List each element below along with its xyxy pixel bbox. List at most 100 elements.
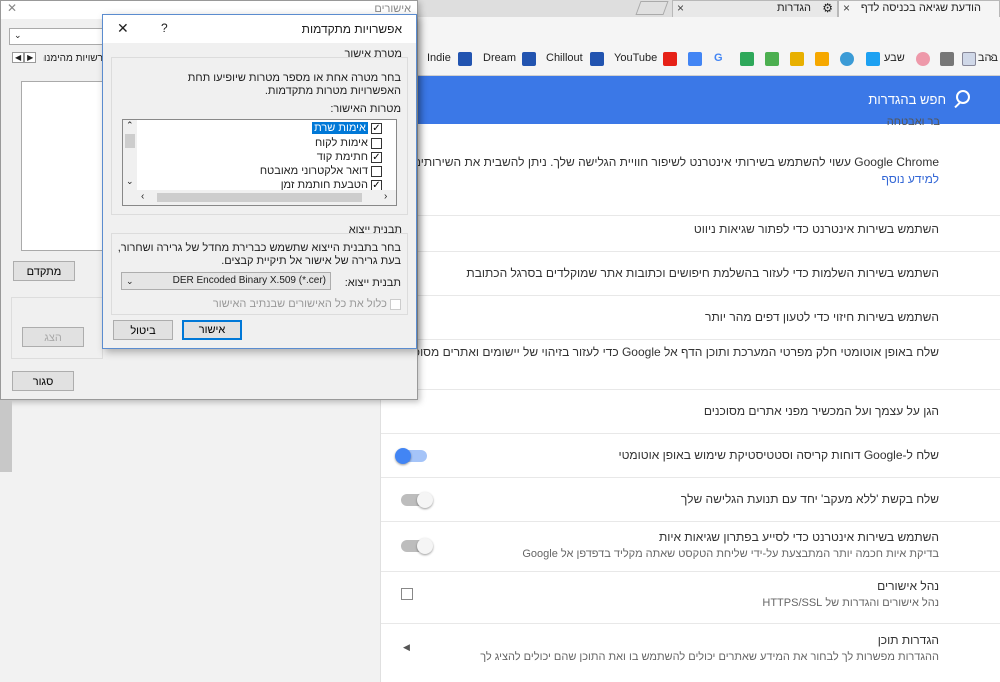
bookmark-item[interactable]: Indie [427, 52, 451, 64]
bookmark-item[interactable]: שבע [884, 52, 905, 64]
checkbox[interactable]: ✓ [371, 122, 382, 134]
new-tab-button[interactable] [635, 1, 669, 15]
row-subtitle: נהל אישורים והגדרות של HTTPS/SSL [762, 597, 939, 609]
spellcheck-toggle[interactable] [401, 538, 433, 554]
bookmark-icon[interactable] [688, 52, 702, 66]
gear-icon: ⚙ [822, 1, 833, 15]
chevron-down-icon: ⌄ [126, 276, 134, 286]
row-title: השתמש בשירות חיזוי כדי לטעון דפים מהר יו… [705, 310, 939, 324]
bookmark-item[interactable]: בהב [978, 52, 998, 64]
tab-settings[interactable]: × ⚙ הגדרות [672, 0, 838, 17]
search-icon-handle [954, 101, 961, 109]
settings-row-prefetch[interactable]: השתמש בשירות חיזוי כדי לטעון דפים מהר יו… [381, 296, 1000, 340]
settings-row-manage-certs[interactable]: נהל אישורים נהל אישורים והגדרות של HTTPS… [381, 572, 1000, 624]
arrow-left-icon[interactable]: ◀ [403, 642, 410, 653]
include-chain-label: כלול את כל האישורים שבנתיב האישור [212, 298, 387, 310]
chevron-left-icon[interactable]: ‹ [990, 52, 994, 64]
settings-row-autocomplete[interactable]: השתמש בשירות השלמות כדי לעזור בהשלמת חיפ… [381, 252, 1000, 296]
checkbox[interactable]: ✓ [371, 179, 382, 190]
bookmark-icon[interactable] [790, 52, 804, 66]
purpose-item[interactable]: אימות לקוח [315, 136, 382, 151]
settings-row-safebrowsing[interactable]: הגן על עצמך ועל המכשיר מפני אתרים מסוכני… [381, 390, 1000, 434]
settings-row-nav-errors[interactable]: השתמש בשירות אינטרנט כדי לפתור שגיאות ני… [381, 208, 1000, 252]
view-button[interactable]: הצג [22, 327, 84, 347]
tab-error-page[interactable]: × הודעת שגיאה בכניסה לדף [838, 0, 1000, 17]
google-icon[interactable]: G [714, 52, 723, 64]
close-icon[interactable]: ✕ [7, 1, 17, 15]
purpose-item[interactable]: ✓ אימות שרת [312, 121, 382, 136]
purpose-description: בחר מטרה אחת או מספר מטרות שיופיעו תחת ה… [187, 72, 401, 97]
youtube-icon[interactable] [663, 52, 677, 66]
tab-title: הגדרות [776, 2, 811, 14]
checkbox[interactable]: ✓ [371, 151, 382, 163]
settings-row-do-not-track[interactable]: שלח בקשת 'ללא מעקב' יחד עם תנועת הגלישה … [381, 478, 1000, 522]
radio-icon[interactable] [522, 52, 536, 66]
tab-title: הודעת שגיאה בכניסה לדף [860, 2, 981, 14]
bookmark-item[interactable]: Dream [483, 52, 516, 64]
chevron-up-icon[interactable]: ⌃ [126, 120, 134, 131]
export-format-label: תבנית ייצוא: [344, 277, 401, 289]
page-scrollbar[interactable] [0, 400, 12, 472]
radio-icon[interactable] [590, 52, 604, 66]
bookmark-icon[interactable] [765, 52, 779, 66]
export-description: בחר בתבנית הייצוא שתשמש כברירת מחדל של ג… [117, 242, 401, 267]
external-link-icon[interactable] [401, 588, 413, 600]
include-chain-option[interactable]: כלול את כל האישורים שבנתיב האישור [213, 298, 401, 310]
purpose-label: חתימת קוד [316, 151, 368, 163]
settings-row-spellcheck[interactable]: השתמש בשירות אינטרנט כדי לסייע בפתרון שג… [381, 522, 1000, 572]
search-settings-input[interactable]: חפש בהגדרות [868, 92, 946, 107]
scroll-thumb[interactable] [125, 134, 135, 148]
help-icon[interactable]: ? [161, 21, 168, 35]
settings-row-crash-reports[interactable]: שלח ל-Google דוחות קריסה וסטטיסטיקת שימו… [381, 434, 1000, 478]
bookmark-icon[interactable] [840, 52, 854, 66]
settings-row-safebrowsing-reports[interactable]: שלח באופן אוטומטי חלק מפרטי המערכת ותוכן… [381, 340, 1000, 390]
purpose-label: דואר אלקטרוני מאובטח [259, 165, 368, 177]
close-tab-icon[interactable]: × [843, 1, 850, 16]
tab-arrows[interactable]: ◀ ▶ [12, 52, 42, 67]
bookmark-icon[interactable] [916, 52, 930, 66]
close-button[interactable]: סגור [12, 371, 74, 391]
learn-more-link[interactable]: למידע נוסף [381, 171, 939, 188]
checkbox[interactable] [371, 137, 382, 149]
purpose-item[interactable]: ✓ הטבעת חותמת זמן [281, 178, 382, 190]
purposes-label: מטרות האישור: [330, 103, 401, 115]
bookmark-item[interactable]: Chillout [546, 52, 583, 64]
export-format-select[interactable]: DER Encoded Binary X.509 (*.cer) ⌄ [121, 272, 331, 290]
section-heading: בר ואבטחה [886, 116, 940, 128]
radio-icon[interactable] [458, 52, 472, 66]
bookmark-icon[interactable] [866, 52, 880, 66]
crash-reports-toggle[interactable] [395, 448, 427, 464]
certificate-list[interactable] [21, 81, 103, 251]
bookmark-item[interactable]: YouTube [614, 52, 657, 64]
settings-panel: בר ואבטחה Google Chrome עשוי להשתמש בשיר… [380, 116, 1000, 682]
purpose-group: בחר מטרה אחת או מספר מטרות שיופיעו תחת ה… [111, 57, 408, 215]
selected-format: DER Encoded Binary X.509 (*.cer) [172, 275, 326, 286]
do-not-track-toggle[interactable] [401, 492, 433, 508]
ok-button[interactable]: אישור [182, 320, 242, 340]
bookmark-icon[interactable] [940, 52, 954, 66]
bookmark-icon[interactable] [962, 52, 976, 66]
scroll-thumb[interactable] [157, 193, 362, 202]
checkbox[interactable] [371, 165, 382, 177]
chevron-right-icon[interactable]: › [384, 191, 387, 202]
purpose-dropdown[interactable]: ⌄ [9, 28, 104, 45]
chevron-down-icon[interactable]: ⌄ [126, 176, 134, 187]
close-tab-icon[interactable]: × [677, 1, 684, 16]
purpose-item[interactable]: ✓ חתימת קוד [317, 150, 382, 165]
listbox-hscroll[interactable]: ‹ › [123, 190, 396, 205]
chevron-left-icon[interactable]: ‹ [141, 191, 144, 202]
cancel-button[interactable]: ביטול [113, 320, 173, 340]
row-title: שלח בקשת 'ללא מעקב' יחד עם תנועת הגלישה … [680, 492, 939, 506]
purpose-label: אימות שרת [312, 122, 368, 134]
settings-row-content[interactable]: הגדרות תוכן ההגדרות מפשרות לך לבחור את ה… [381, 624, 1000, 682]
tab-trusted-roots[interactable]: רשויות מהימנות [43, 53, 103, 69]
bookmark-icon[interactable] [740, 52, 754, 66]
close-icon[interactable]: ✕ [117, 20, 129, 37]
listbox-vscroll[interactable]: ⌃ ⌄ [123, 120, 137, 190]
checkbox[interactable] [390, 298, 401, 310]
purpose-item[interactable]: דואר אלקטרוני מאובטח [260, 164, 382, 179]
advanced-button[interactable]: מתקדם [13, 261, 75, 281]
purposes-listbox[interactable]: ⌃ ⌄ ‹ › ✓ אימות שרת אימות לקוח ✓ חתימת ק… [122, 119, 397, 206]
settings-row-intro: Google Chrome עשוי להשתמש בשירותי אינטרנ… [381, 152, 1000, 216]
bookmark-icon[interactable] [815, 52, 829, 66]
